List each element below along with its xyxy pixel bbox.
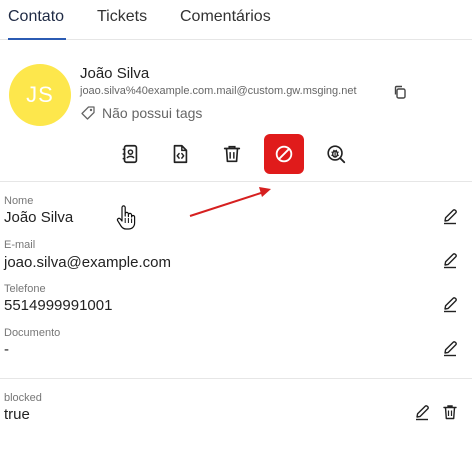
edit-telefone-icon[interactable] — [441, 295, 459, 313]
block-contact-button[interactable] — [264, 134, 304, 174]
edit-documento-icon[interactable] — [441, 339, 459, 357]
field-label-nome: Nome — [4, 195, 34, 207]
edit-nome-icon[interactable] — [441, 207, 459, 225]
tab-comentarios[interactable]: Comentários — [180, 8, 271, 26]
contact-name: João Silva — [80, 65, 150, 82]
avatar: JS — [9, 64, 71, 126]
field-label-documento: Documento — [4, 327, 61, 339]
tab-bar: Contato Tickets Comentários — [0, 0, 472, 40]
field-value-nome: João Silva — [4, 209, 74, 226]
tags-row[interactable]: Não possui tags — [80, 104, 202, 122]
copy-icon[interactable] — [392, 84, 408, 100]
tags-text: Não possui tags — [102, 105, 203, 121]
bug-search-icon — [327, 145, 346, 164]
field-value-blocked: true — [4, 406, 30, 423]
block-icon — [275, 145, 293, 163]
contact-card-button[interactable] — [110, 134, 150, 174]
section-divider — [0, 181, 472, 182]
delete-contact-button[interactable] — [212, 134, 252, 174]
active-tab-indicator — [8, 38, 66, 40]
debug-button[interactable] — [316, 134, 356, 174]
trash-icon — [223, 145, 241, 163]
field-value-telefone: 5514999991001 — [4, 297, 113, 314]
delete-blocked-icon[interactable] — [441, 403, 459, 421]
edit-blocked-icon[interactable] — [413, 403, 431, 421]
field-value-documento: - — [4, 341, 9, 358]
field-label-blocked: blocked — [4, 392, 42, 404]
field-label-telefone: Telefone — [4, 283, 46, 295]
tab-tickets[interactable]: Tickets — [97, 8, 147, 26]
tab-contato[interactable]: Contato — [8, 8, 64, 26]
hand-cursor-icon — [116, 205, 136, 230]
code-file-icon — [173, 144, 188, 164]
field-label-email: E-mail — [4, 239, 36, 251]
tag-icon — [81, 106, 95, 120]
contact-identity: joao.silva%40example.com.mail@custom.gw.… — [80, 85, 357, 97]
export-code-button[interactable] — [160, 134, 200, 174]
edit-email-icon[interactable] — [441, 251, 459, 269]
field-value-email: joao.silva@example.com — [4, 254, 171, 271]
section-divider — [0, 378, 472, 379]
contact-card-icon — [122, 144, 138, 164]
